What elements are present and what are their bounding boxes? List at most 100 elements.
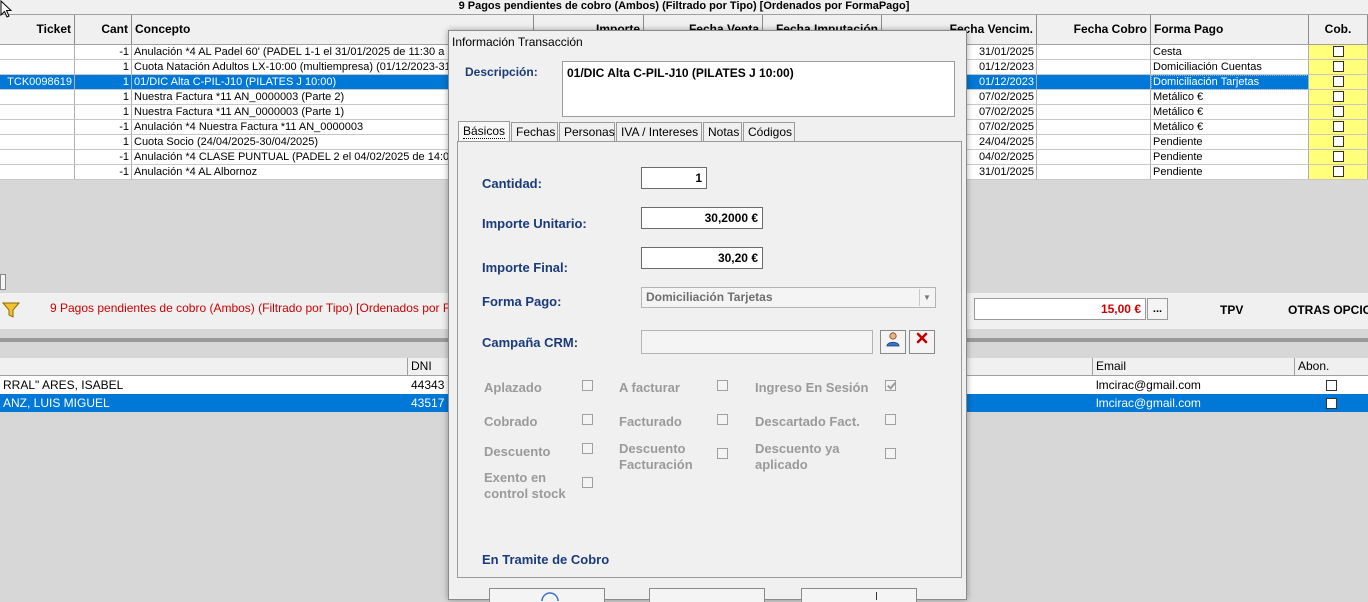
cell-email[interactable]: lmcirac@gmail.com [1093,394,1295,412]
cell-cant[interactable]: 1 [75,60,132,75]
cell-fecha-cobro[interactable] [1037,150,1151,165]
cell-cant[interactable]: -1 [75,120,132,135]
cob-checkbox[interactable] [1332,46,1344,58]
cob-checkbox[interactable] [1332,61,1344,73]
cell-fecha-cobro[interactable] [1037,45,1151,60]
cell-ticket[interactable] [0,60,75,75]
dialog-button-1[interactable] [489,588,605,602]
cell-fecha-cobro[interactable] [1037,135,1151,150]
dialog-button-3[interactable] [801,588,917,602]
importe-final-input[interactable]: 30,20 € [641,247,763,269]
cell-forma-pago[interactable]: Pendiente [1151,135,1309,150]
descuento-ya-aplicado-checkbox[interactable] [885,448,896,459]
cell-telefono[interactable]: 50 [948,394,1093,412]
descuento-ya-aplicado-label: Descuento ya aplicado [755,441,840,473]
facturado-label: Facturado [619,414,682,429]
a-facturar-checkbox[interactable] [717,380,728,391]
chevron-down-icon[interactable]: ▼ [919,289,934,306]
ingreso-en-sesion-checkbox[interactable] [885,380,896,391]
tab-personas[interactable]: Personas [559,122,615,141]
cell-forma-pago[interactable]: Metálico € [1151,105,1309,120]
col-abon[interactable]: Abon. [1295,358,1368,375]
importe-final-label: Importe Final: [482,260,568,275]
cob-checkbox[interactable] [1332,76,1344,88]
cell-ticket[interactable] [0,45,75,60]
cell-cant[interactable]: -1 [75,45,132,60]
cell-ticket[interactable] [0,135,75,150]
cell-cant[interactable]: 1 [75,75,132,90]
cell-nombre[interactable]: ANZ, LUIS MIGUEL [0,394,408,412]
tab-notas[interactable]: Notas [703,122,742,141]
cell-forma-pago[interactable]: Cesta [1151,45,1309,60]
col-fecha-cobro[interactable]: Fecha Cobro [1037,15,1151,44]
cobrado-checkbox[interactable] [582,414,593,425]
cell-forma-pago[interactable]: Pendiente [1151,165,1309,180]
col-telefono[interactable] [948,358,1093,375]
cell-forma-pago[interactable]: Domiciliación Tarjetas [1151,75,1309,90]
cell-fecha-cobro[interactable] [1037,90,1151,105]
cell-forma-pago[interactable]: Metálico € [1151,90,1309,105]
filter-icon[interactable] [1,301,21,322]
tab-basicos[interactable]: Básicos [458,121,510,142]
forma-pago-select[interactable]: Domiciliación Tarjetas ▼ [641,287,936,308]
cell-forma-pago[interactable]: Pendiente [1151,150,1309,165]
cantidad-input[interactable]: 1 [641,167,707,189]
abon-checkbox[interactable] [1326,397,1337,409]
cell-ticket[interactable] [0,165,75,180]
abon-checkbox[interactable] [1326,379,1337,391]
facturado-checkbox[interactable] [717,414,728,425]
cell-cant[interactable]: 1 [75,90,132,105]
label-line: Facturación [619,457,693,472]
cell-ticket[interactable]: TCK0098619 [0,75,75,90]
cell-cant[interactable]: -1 [75,150,132,165]
tab-iva-intereses[interactable]: IVA / Intereses [616,122,702,141]
cell-cant[interactable]: -1 [75,165,132,180]
cob-checkbox[interactable] [1332,136,1344,148]
tab-label: Notas [708,125,740,139]
aplazado-checkbox[interactable] [582,380,593,391]
cell-fecha-cobro[interactable] [1037,75,1151,90]
cell-fecha-cobro[interactable] [1037,60,1151,75]
cell-forma-pago[interactable]: Domiciliación Cuentas [1151,60,1309,75]
col-email[interactable]: Email [1093,358,1295,375]
cob-checkbox[interactable] [1332,106,1344,118]
cell-cant[interactable]: 1 [75,105,132,120]
cob-checkbox[interactable] [1332,151,1344,163]
descripcion-field[interactable]: 01/DIC Alta C-PIL-J10 (PILATES J 10:00) [562,61,955,117]
clear-crm-button[interactable] [909,330,935,354]
col-cob[interactable]: Cob. [1309,15,1368,44]
cell-ticket[interactable] [0,150,75,165]
cell-ticket[interactable] [0,120,75,135]
cell-fecha-cobro[interactable] [1037,165,1151,180]
cell-telefono[interactable]: 71 [948,376,1093,394]
otras-opciones-button[interactable]: OTRAS OPCIONES [1288,303,1368,317]
col-cant[interactable]: Cant [75,15,132,44]
tab-codigos[interactable]: Códigos [743,122,795,141]
importe-unitario-input[interactable]: 30,2000 € [641,207,763,229]
cell-nombre[interactable]: RRAL" ARES, ISABEL [0,376,408,394]
total-more-button[interactable]: ... [1147,298,1168,320]
cell-fecha-cobro[interactable] [1037,105,1151,120]
tpv-button[interactable]: TPV [1220,303,1243,317]
cell-fecha-cobro[interactable] [1037,120,1151,135]
select-person-button[interactable] [880,330,906,354]
cell-cant[interactable]: 1 [75,135,132,150]
descuento-facturacion-checkbox[interactable] [717,448,728,459]
descuento-checkbox[interactable] [582,443,593,454]
campana-crm-input[interactable] [641,330,873,354]
cob-checkbox[interactable] [1332,91,1344,103]
horizontal-scrollbar[interactable] [0,274,6,290]
dialog-button-2[interactable] [649,588,765,602]
tab-fechas[interactable]: Fechas [511,122,558,141]
cell-ticket[interactable] [0,90,75,105]
col-forma-pago[interactable]: Forma Pago [1151,15,1309,44]
descartado-fact-checkbox[interactable] [885,414,896,425]
cell-forma-pago[interactable]: Metálico € [1151,120,1309,135]
cob-checkbox[interactable] [1332,166,1344,178]
cell-ticket[interactable] [0,105,75,120]
cell-email[interactable]: lmcirac@gmail.com [1093,376,1295,394]
descuento-label: Descuento [484,444,551,459]
exento-checkbox[interactable] [582,477,593,488]
col-nombre[interactable] [0,358,408,375]
cob-checkbox[interactable] [1332,121,1344,133]
